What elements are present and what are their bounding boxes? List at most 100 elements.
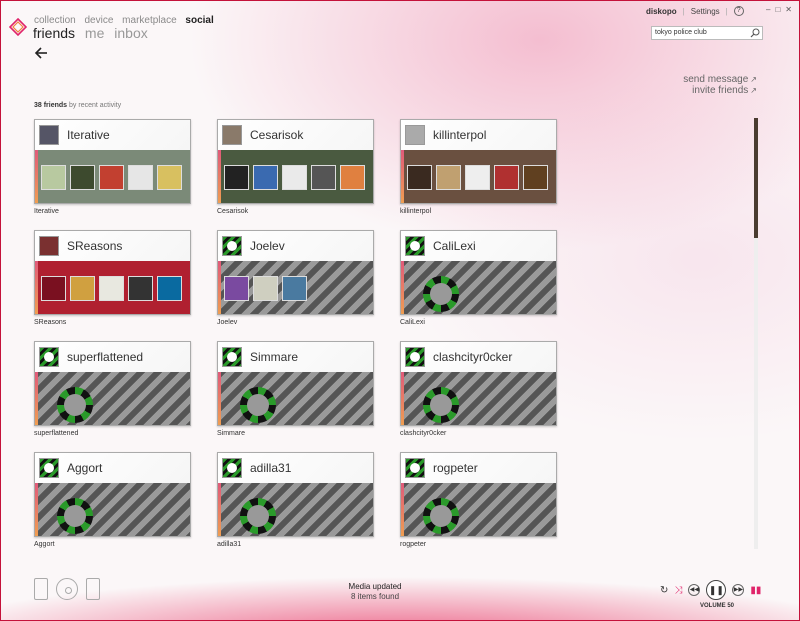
album-cover[interactable] xyxy=(128,276,153,301)
friend-card-name: CaliLexi xyxy=(433,239,476,253)
scrollbar[interactable] xyxy=(754,118,758,549)
maximize-icon[interactable]: □ xyxy=(775,5,780,14)
friend-activity-strip xyxy=(35,150,190,203)
album-cover[interactable] xyxy=(128,165,153,190)
friend-card[interactable]: CaliLexi xyxy=(400,230,557,315)
avatar xyxy=(39,347,59,367)
equalizer-icon[interactable]: ▮▮ xyxy=(750,585,761,596)
friend-label[interactable]: adilla31 xyxy=(217,541,374,548)
album-cover[interactable] xyxy=(41,276,66,301)
pause-button[interactable]: ❚❚ xyxy=(706,580,727,600)
subpivot-inbox[interactable]: inbox xyxy=(114,25,147,41)
friend-tile[interactable]: Aggort Aggort xyxy=(34,452,191,548)
scrollbar-thumb[interactable] xyxy=(754,118,758,238)
friend-tile[interactable]: Cesarisok Cesarisok xyxy=(217,119,374,215)
help-icon[interactable]: ? xyxy=(733,6,744,16)
friend-tile[interactable]: Iterative Iterative xyxy=(34,119,191,215)
friend-card[interactable]: Simmare xyxy=(217,341,374,426)
friend-card[interactable]: clashcityr0cker xyxy=(400,341,557,426)
friend-label[interactable]: Joelev xyxy=(217,319,374,326)
album-cover[interactable] xyxy=(99,165,124,190)
search-icon[interactable] xyxy=(750,28,760,38)
accent-bar xyxy=(401,261,404,314)
friend-card[interactable]: Joelev xyxy=(217,230,374,315)
friend-tile[interactable]: superflattened superflattened xyxy=(34,341,191,437)
album-cover[interactable] xyxy=(224,276,249,301)
device-icon[interactable] xyxy=(34,578,48,600)
friend-tile[interactable]: clashcityr0cker clashcityr0cker xyxy=(400,341,557,437)
repeat-icon[interactable]: ↻ xyxy=(660,585,668,596)
album-cover[interactable] xyxy=(253,165,278,190)
friend-label[interactable]: Iterative xyxy=(34,208,191,215)
album-cover[interactable] xyxy=(224,165,249,190)
album-cover[interactable] xyxy=(41,165,66,190)
default-avatar-icon xyxy=(240,498,276,534)
close-icon[interactable]: ✕ xyxy=(785,5,792,14)
shuffle-icon[interactable]: ⤨ xyxy=(674,585,682,596)
album-cover[interactable] xyxy=(465,165,490,190)
previous-icon[interactable]: ◀◀ xyxy=(688,584,701,596)
send-message-link[interactable]: send message ↗ xyxy=(683,74,757,85)
album-cover[interactable] xyxy=(253,276,278,301)
friend-activity-strip xyxy=(35,372,190,425)
minimize-icon[interactable]: – xyxy=(766,5,770,14)
friend-label[interactable]: superflattened xyxy=(34,430,191,437)
avatar xyxy=(405,125,425,145)
username-link[interactable]: diskopo xyxy=(646,7,677,16)
search-input[interactable]: tokyo police club xyxy=(651,26,763,40)
default-avatar-icon xyxy=(423,276,459,312)
album-cover[interactable] xyxy=(70,165,95,190)
friend-tile[interactable]: killinterpol killinterpol xyxy=(400,119,557,215)
album-cover[interactable] xyxy=(157,276,182,301)
album-cover[interactable] xyxy=(282,165,307,190)
friend-label[interactable]: SReasons xyxy=(34,319,191,326)
friend-tile[interactable]: SReasons SReasons xyxy=(34,230,191,326)
album-cover[interactable] xyxy=(340,165,365,190)
friend-card[interactable]: adilla31 xyxy=(217,452,374,537)
pivot-social[interactable]: social xyxy=(185,15,213,26)
friend-card[interactable]: killinterpol xyxy=(400,119,557,204)
accent-bar xyxy=(218,372,221,425)
friend-card[interactable]: Cesarisok xyxy=(217,119,374,204)
friend-label[interactable]: Simmare xyxy=(217,430,374,437)
invite-friends-link[interactable]: invite friends ↗ xyxy=(683,85,757,96)
friend-card[interactable]: rogpeter xyxy=(400,452,557,537)
friend-card[interactable]: Iterative xyxy=(34,119,191,204)
friend-tile[interactable]: Simmare Simmare xyxy=(217,341,374,437)
friend-label[interactable]: clashcityr0cker xyxy=(400,430,557,437)
friend-label[interactable]: rogpeter xyxy=(400,541,557,548)
settings-link[interactable]: Settings xyxy=(691,7,720,16)
friend-card[interactable]: SReasons xyxy=(34,230,191,315)
friend-tile[interactable]: CaliLexi CaliLexi xyxy=(400,230,557,326)
album-cover[interactable] xyxy=(70,276,95,301)
friend-label[interactable]: killinterpol xyxy=(400,208,557,215)
subpivot-me[interactable]: me xyxy=(85,25,104,41)
friend-card-name: Cesarisok xyxy=(250,128,304,142)
album-cover[interactable] xyxy=(99,276,124,301)
friend-label[interactable]: Cesarisok xyxy=(217,208,374,215)
disc-icon[interactable] xyxy=(56,578,78,600)
friend-tile[interactable]: rogpeter rogpeter xyxy=(400,452,557,548)
subpivot-friends[interactable]: friends xyxy=(33,25,75,41)
album-cover[interactable] xyxy=(523,165,548,190)
next-icon[interactable]: ▶▶ xyxy=(732,584,745,596)
friend-card[interactable]: superflattened xyxy=(34,341,191,426)
album-cover[interactable] xyxy=(494,165,519,190)
friend-card-header: CaliLexi xyxy=(401,231,556,261)
friend-tile[interactable]: Joelev Joelev xyxy=(217,230,374,326)
album-cover[interactable] xyxy=(311,165,336,190)
friend-card[interactable]: Aggort xyxy=(34,452,191,537)
album-cover[interactable] xyxy=(436,165,461,190)
album-cover[interactable] xyxy=(157,165,182,190)
friends-sort-label[interactable]: by recent activity xyxy=(69,102,121,109)
avatar xyxy=(222,347,242,367)
friend-actions: send message ↗ invite friends ↗ xyxy=(683,74,757,96)
album-cover[interactable] xyxy=(407,165,432,190)
document-icon[interactable] xyxy=(86,578,100,600)
back-arrow-icon[interactable] xyxy=(34,46,48,60)
friend-card-name: adilla31 xyxy=(250,461,292,475)
friend-label[interactable]: CaliLexi xyxy=(400,319,557,326)
album-cover[interactable] xyxy=(282,276,307,301)
friend-tile[interactable]: adilla31 adilla31 xyxy=(217,452,374,548)
friend-label[interactable]: Aggort xyxy=(34,541,191,548)
